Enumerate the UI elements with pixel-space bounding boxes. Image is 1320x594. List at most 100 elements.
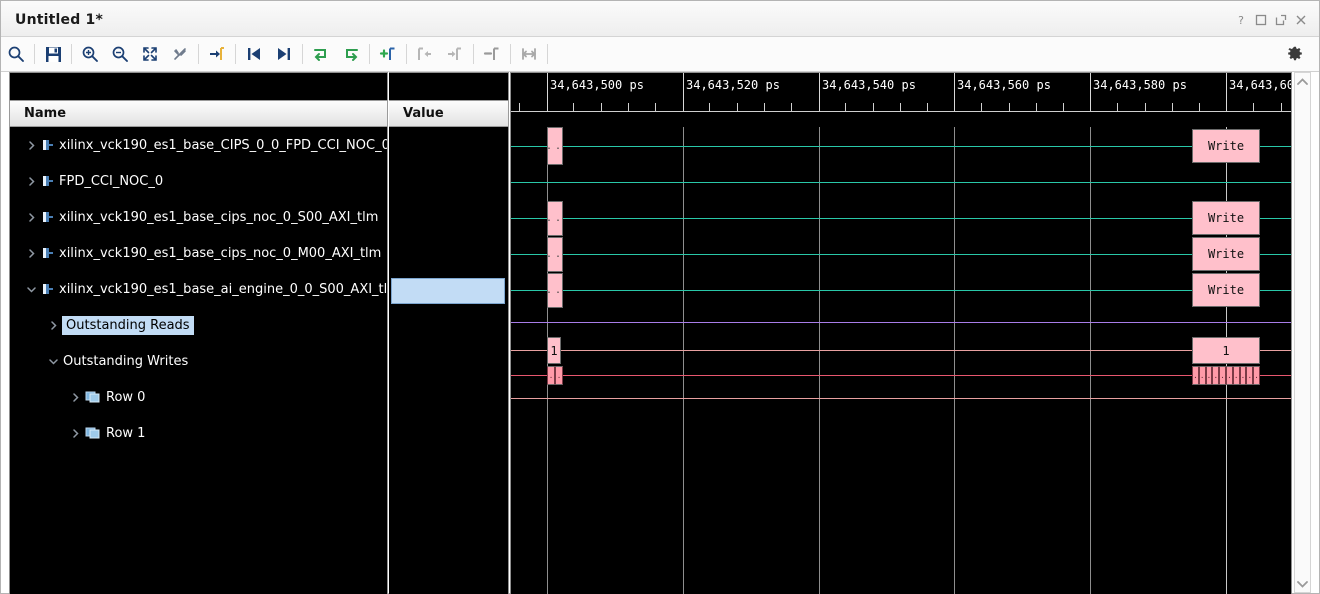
ruler-minor-tick bbox=[709, 103, 710, 111]
tree-row[interactable]: FPD_CCI_NOC_0 bbox=[10, 163, 387, 199]
chevron-right-icon[interactable] bbox=[46, 318, 60, 332]
waveform-signal-line bbox=[511, 182, 1291, 183]
waveform-vertical-scrollbar[interactable] bbox=[1294, 72, 1311, 593]
waveform-transaction-block[interactable]: Write bbox=[1192, 273, 1260, 307]
previous-marker-icon[interactable] bbox=[307, 40, 335, 68]
chevron-right-icon[interactable] bbox=[24, 138, 38, 152]
waveform-burst-cell: . bbox=[547, 366, 555, 385]
scroll-up-icon[interactable] bbox=[1295, 74, 1310, 90]
tree-row[interactable]: Row 0 bbox=[10, 379, 387, 415]
chevron-right-icon[interactable] bbox=[24, 210, 38, 224]
waveform-signal-line bbox=[511, 322, 1291, 323]
toolbar-separator bbox=[547, 44, 548, 64]
tree-row[interactable]: xilinx_vck190_es1_base_CIPS_0_0_FPD_CCI_… bbox=[10, 127, 387, 163]
transaction-row-icon bbox=[85, 426, 101, 440]
waveform-signal-line bbox=[511, 398, 1291, 399]
tree-row[interactable]: xilinx_vck190_es1_base_cips_noc_0_S00_AX… bbox=[10, 199, 387, 235]
waveform-gridline bbox=[819, 127, 820, 594]
zoom-fit-icon[interactable] bbox=[136, 40, 164, 68]
tree-row[interactable]: Outstanding Writes bbox=[10, 343, 387, 379]
waveform-transaction-block[interactable]: 1 bbox=[547, 337, 561, 364]
chevron-right-icon[interactable] bbox=[24, 246, 38, 260]
waveform-transaction-block[interactable]: 1 bbox=[1192, 337, 1260, 364]
ruler-minor-tick bbox=[1281, 103, 1282, 111]
value-column-header[interactable]: Value bbox=[389, 100, 509, 127]
add-marker-icon[interactable] bbox=[374, 40, 402, 68]
waveform-transaction-block[interactable]: .. bbox=[547, 127, 563, 165]
tree-item-label: Outstanding Writes bbox=[63, 353, 189, 369]
waveform-burst-group[interactable]: .. bbox=[547, 366, 563, 385]
name-column-header[interactable]: Name bbox=[9, 100, 388, 127]
tree-row[interactable]: Outstanding Reads bbox=[10, 307, 387, 343]
measure-icon[interactable] bbox=[515, 40, 543, 68]
remove-marker-icon[interactable] bbox=[478, 40, 506, 68]
tree-row[interactable]: xilinx_vck190_es1_base_ai_engine_0_0_S00… bbox=[10, 271, 387, 307]
save-icon[interactable] bbox=[39, 40, 67, 68]
window-title: Untitled 1* bbox=[15, 12, 103, 28]
ruler-minor-tick bbox=[1063, 103, 1064, 111]
ruler-minor-tick bbox=[1117, 103, 1118, 111]
name-panel: Name xilinx_vck190_es1_base_CIPS_0_0_FPD… bbox=[9, 72, 388, 594]
maximize-icon[interactable] bbox=[1251, 10, 1271, 30]
zoom-in-icon[interactable] bbox=[76, 40, 104, 68]
zoom-out-icon[interactable] bbox=[106, 40, 134, 68]
waveform-canvas[interactable]: .. Write.. Write.. Write.. Write 1 1..........… bbox=[510, 127, 1292, 594]
marker-right-icon[interactable] bbox=[441, 40, 469, 68]
close-icon[interactable] bbox=[1291, 10, 1311, 30]
ruler-minor-tick bbox=[764, 103, 765, 111]
toolbar-separator bbox=[510, 44, 511, 64]
tree-row[interactable]: Row 1 bbox=[10, 415, 387, 451]
chevron-down-icon[interactable] bbox=[46, 354, 60, 368]
ruler-minor-tick bbox=[927, 103, 928, 111]
signal-tree[interactable]: xilinx_vck190_es1_base_CIPS_0_0_FPD_CCI_… bbox=[9, 127, 388, 594]
waveform-transaction-block[interactable]: Write bbox=[1192, 129, 1260, 163]
goto-cursor-icon[interactable] bbox=[203, 40, 231, 68]
gear-icon[interactable] bbox=[1281, 40, 1309, 68]
tree-row[interactable]: xilinx_vck190_es1_base_cips_noc_0_M00_AX… bbox=[10, 235, 387, 271]
chevron-down-icon[interactable] bbox=[24, 282, 38, 296]
name-panel-top-filler bbox=[9, 72, 388, 100]
chevron-right-icon[interactable] bbox=[68, 426, 82, 440]
marker-left-icon[interactable] bbox=[411, 40, 439, 68]
name-column-label: Name bbox=[24, 106, 67, 121]
ruler-minor-tick bbox=[601, 103, 602, 111]
waveform-signal-line bbox=[511, 375, 1291, 376]
ruler-tick-label: 34,643,520 ps bbox=[686, 78, 780, 92]
previous-transition-icon[interactable] bbox=[240, 40, 268, 68]
tree-item-label: Outstanding Reads bbox=[62, 315, 194, 335]
next-transition-icon[interactable] bbox=[270, 40, 298, 68]
waveform-transaction-block[interactable]: .. bbox=[547, 237, 563, 272]
waveform-burst-cell: . bbox=[1205, 366, 1213, 385]
float-window-icon[interactable] bbox=[1271, 10, 1291, 30]
waveform-transaction-block[interactable]: .. bbox=[547, 273, 563, 308]
toolbar-separator bbox=[198, 44, 199, 64]
signal-icon bbox=[41, 246, 55, 260]
ruler-minor-tick bbox=[737, 103, 738, 111]
waveform-transaction-block[interactable]: Write bbox=[1192, 237, 1260, 271]
scroll-down-icon[interactable] bbox=[1295, 576, 1310, 592]
chevron-right-icon[interactable] bbox=[24, 174, 38, 188]
value-cell-selected[interactable] bbox=[391, 278, 505, 304]
help-icon[interactable]: ? bbox=[1231, 10, 1251, 30]
waveform-burst-group[interactable]: .......... bbox=[1192, 366, 1260, 385]
ruler-minor-tick bbox=[573, 103, 574, 111]
waveform-transaction-block[interactable]: .. bbox=[547, 201, 563, 236]
tree-item-label: Row 0 bbox=[106, 389, 146, 405]
waveform-gridline bbox=[1090, 127, 1091, 594]
value-list[interactable] bbox=[389, 127, 509, 594]
search-icon[interactable] bbox=[2, 40, 30, 68]
tree-item-label: Row 1 bbox=[106, 425, 146, 441]
waveform-burst-cell: . bbox=[1239, 366, 1247, 385]
ruler-minor-tick bbox=[900, 103, 901, 111]
toolbar-separator bbox=[406, 44, 407, 64]
toolbar-separator bbox=[235, 44, 236, 64]
ruler-tick-label: 34,643,500 ps bbox=[550, 78, 644, 92]
time-ruler[interactable]: 34,643,500 ps 34,643,520 ps 34,643,540 ps 3… bbox=[510, 72, 1292, 127]
waveform-burst-cell: . bbox=[1232, 366, 1240, 385]
zoom-undo-icon[interactable] bbox=[166, 40, 194, 68]
next-marker-icon[interactable] bbox=[337, 40, 365, 68]
chevron-right-icon[interactable] bbox=[68, 390, 82, 404]
signal-icon bbox=[41, 174, 55, 188]
waveform-transaction-block[interactable]: Write bbox=[1192, 201, 1260, 235]
ruler-major-tick bbox=[819, 73, 820, 111]
